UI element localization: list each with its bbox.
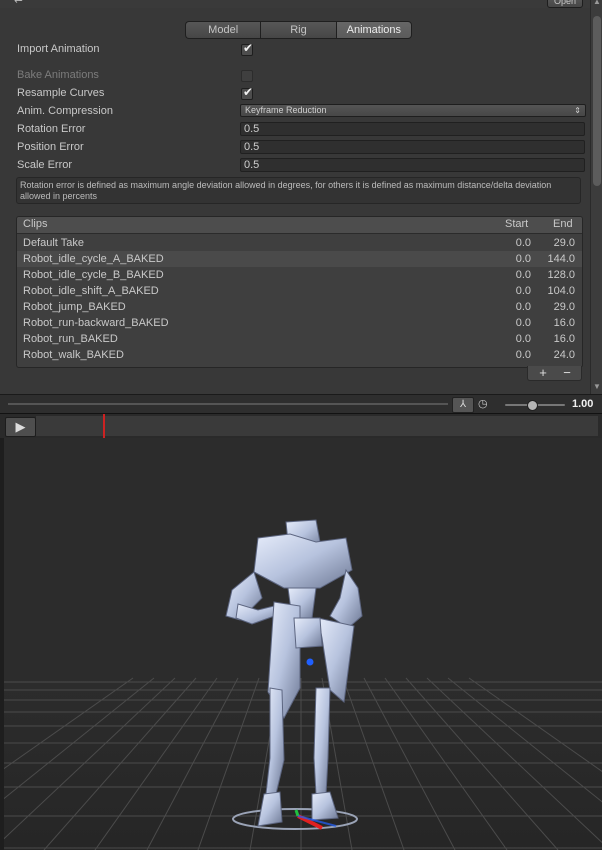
import-tabs: Model Rig Animations — [185, 21, 412, 39]
scroll-down-icon[interactable]: ▼ — [593, 382, 601, 391]
timeline-scrubber[interactable] — [36, 416, 598, 436]
preview-toolbar: ⅄ ◷ 1.00 — [0, 394, 602, 414]
tab-model[interactable]: Model — [185, 21, 261, 39]
clip-name: Robot_run_BAKED — [23, 333, 118, 345]
clip-start: 0.0 — [515, 317, 531, 329]
clip-start: 0.0 — [515, 349, 531, 361]
position-error-field[interactable]: 0.5 — [240, 140, 585, 154]
clip-end: 29.0 — [553, 237, 575, 249]
anim-compression-label: Anim. Compression — [17, 105, 113, 117]
help-box: Rotation error is defined as maximum ang… — [16, 177, 581, 204]
rotation-error-label: Rotation Error — [17, 123, 86, 135]
playhead[interactable] — [103, 414, 106, 438]
model-preview-viewport[interactable] — [0, 438, 602, 850]
clip-start: 0.0 — [515, 333, 531, 345]
clip-start: 0.0 — [515, 285, 531, 297]
clip-end: 104.0 — [547, 285, 575, 297]
clip-name: Robot_idle_shift_A_BAKED — [23, 285, 159, 297]
clip-row-selected[interactable]: Robot_idle_cycle_A_BAKED 0.0 144.0 — [17, 251, 582, 267]
clip-name: Robot_idle_cycle_B_BAKED — [23, 269, 164, 281]
clip-start: 0.0 — [515, 253, 531, 265]
scroll-up-icon[interactable]: ▲ — [593, 0, 601, 6]
speed-value: 1.00 — [572, 398, 594, 410]
clip-end: 24.0 — [553, 349, 575, 361]
clip-start: 0.0 — [515, 301, 531, 313]
end-column-header: End — [553, 218, 573, 230]
clip-name: Default Take — [23, 237, 84, 249]
clip-name: Robot_idle_cycle_A_BAKED — [23, 253, 164, 265]
clip-row[interactable]: Robot_run-backward_BAKED 0.0 16.0 — [17, 315, 582, 331]
clips-header: Clips Start End — [17, 217, 582, 234]
clip-end: 29.0 — [553, 301, 575, 313]
timeline: ▶ — [0, 413, 602, 439]
viewport-edge — [0, 438, 4, 850]
position-error-label: Position Error — [17, 141, 84, 153]
clip-start: 0.0 — [515, 237, 531, 249]
tab-animations[interactable]: Animations — [335, 21, 412, 39]
speed-slider-knob[interactable] — [527, 400, 538, 411]
add-clip-button[interactable]: + — [533, 365, 553, 380]
clip-row[interactable]: Default Take 0.0 29.0 — [17, 235, 582, 251]
viewport-scene — [0, 438, 602, 850]
clip-add-remove-bar: + − — [527, 365, 582, 381]
clip-row[interactable]: Robot_jump_BAKED 0.0 29.0 — [17, 299, 582, 315]
back-icon[interactable]: ↩ — [14, 0, 23, 7]
anim-compression-dropdown[interactable]: Keyframe Reduction ⇕ — [240, 104, 586, 117]
top-strip — [0, 0, 602, 8]
import-animation-checkbox[interactable]: ✔ — [241, 41, 254, 56]
scale-error-field[interactable]: 0.5 — [240, 158, 585, 172]
clips-column-header: Clips — [23, 218, 48, 230]
clip-name: Robot_jump_BAKED — [23, 301, 126, 313]
bake-animations-checkbox — [241, 70, 253, 82]
inspector-scrollbar[interactable]: ▲ ▼ — [590, 0, 602, 394]
clip-name: Robot_walk_BAKED — [23, 349, 124, 361]
open-button[interactable]: Open — [547, 0, 583, 8]
pivot-toggle-button[interactable]: ⅄ — [452, 397, 474, 413]
scale-error-label: Scale Error — [17, 159, 73, 171]
import-animation-label: Import Animation — [17, 43, 100, 55]
resample-curves-label: Resample Curves — [17, 87, 105, 99]
resample-curves-checkbox[interactable]: ✔ — [241, 85, 254, 100]
tab-rig[interactable]: Rig — [260, 21, 336, 39]
remove-clip-button[interactable]: − — [557, 365, 577, 380]
check-icon: ✔ — [243, 85, 254, 99]
clip-end: 16.0 — [553, 333, 575, 345]
scrollbar-thumb[interactable] — [593, 16, 601, 186]
clip-start: 0.0 — [515, 269, 531, 281]
clips-list: Clips Start End Default Take 0.0 29.0 Ro… — [16, 216, 583, 368]
dropdown-arrows-icon: ⇕ — [574, 106, 581, 115]
play-button[interactable]: ▶ — [5, 417, 36, 437]
center-of-mass-marker — [306, 658, 314, 666]
bake-animations-label: Bake Animations — [17, 69, 99, 81]
rotation-error-field[interactable]: 0.5 — [240, 122, 585, 136]
anim-compression-value: Keyframe Reduction — [245, 105, 327, 115]
clip-end: 16.0 — [553, 317, 575, 329]
playback-speed-icon: ◷ — [478, 398, 488, 410]
preview-splitter[interactable] — [8, 403, 448, 405]
start-column-header: Start — [505, 218, 529, 230]
clip-row[interactable]: Robot_idle_shift_A_BAKED 0.0 104.0 — [17, 283, 582, 299]
clip-row[interactable]: Robot_walk_BAKED 0.0 24.0 — [17, 347, 582, 363]
clip-name: Robot_run-backward_BAKED — [23, 317, 169, 329]
check-icon: ✔ — [243, 41, 254, 55]
clip-end: 128.0 — [547, 269, 575, 281]
clip-row[interactable]: Robot_idle_cycle_B_BAKED 0.0 128.0 — [17, 267, 582, 283]
clip-row[interactable]: Robot_run_BAKED 0.0 16.0 — [17, 331, 582, 347]
clip-end: 144.0 — [547, 253, 575, 265]
